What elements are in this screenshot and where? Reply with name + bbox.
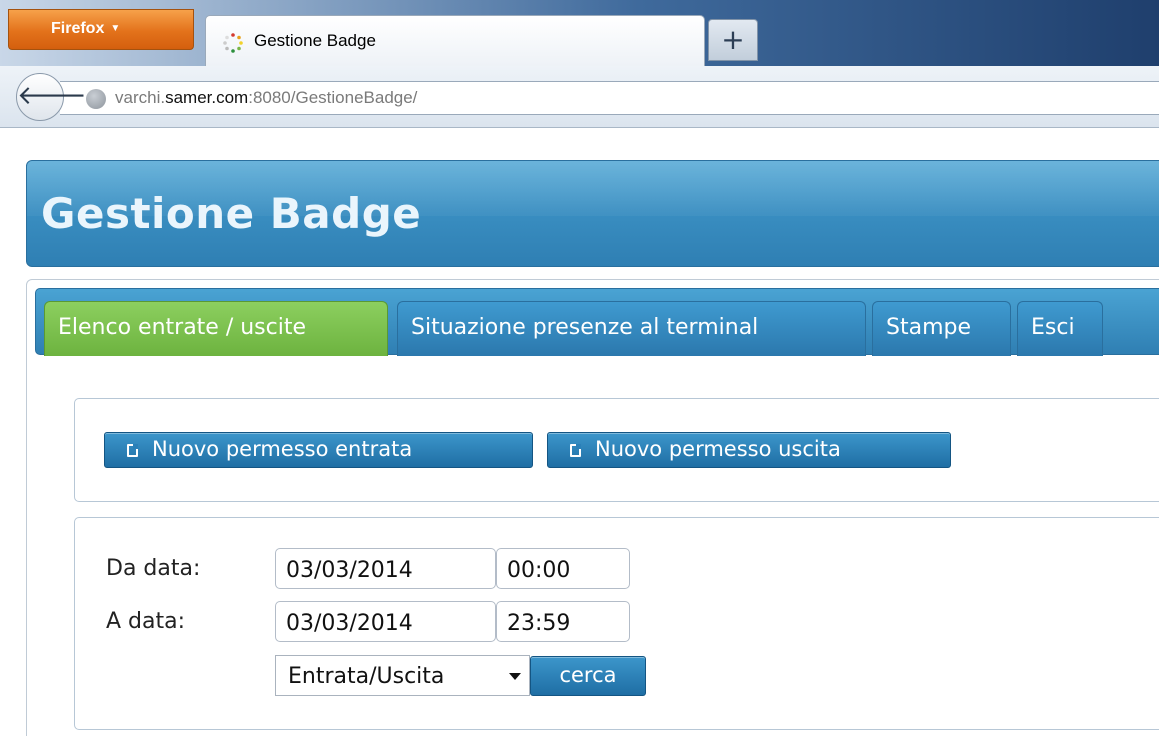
app-header: Gestione Badge <box>26 160 1159 267</box>
from-date-label: Da data: <box>106 556 201 581</box>
chevron-down-icon <box>509 673 521 680</box>
browser-titlebar: Firefox ▼ Gestione Badge + <box>0 0 1159 66</box>
search-button[interactable]: cerca <box>530 656 646 696</box>
tab-situazione-presenze[interactable]: Situazione presenze al terminal <box>397 301 866 356</box>
arrow-left-icon: 🡐 <box>17 81 87 111</box>
firefox-menu-button[interactable]: Firefox ▼ <box>8 9 194 50</box>
type-select[interactable]: Entrata/Uscita <box>275 655 530 696</box>
url-suffix: :8080/GestioneBadge/ <box>248 88 418 107</box>
type-select-value: Entrata/Uscita <box>288 664 445 689</box>
from-time-input[interactable]: 00:00 <box>496 548 630 589</box>
document-icon <box>127 444 138 457</box>
to-date-label: A data: <box>106 609 186 634</box>
dropdown-caret-icon: ▼ <box>110 23 121 34</box>
url-text: varchi.samer.com:8080/GestioneBadge/ <box>115 88 417 108</box>
document-icon <box>570 444 581 457</box>
tab-title: Gestione Badge <box>254 31 376 50</box>
browser-tab[interactable]: Gestione Badge <box>205 15 705 66</box>
tab-bar: Elenco entrate / uscite Situazione prese… <box>35 288 1159 356</box>
to-time-input[interactable]: 23:59 <box>496 601 630 642</box>
new-entry-permit-label: Nuovo permesso entrata <box>152 437 413 461</box>
tab-elenco-entrate-uscite[interactable]: Elenco entrate / uscite <box>44 301 388 356</box>
tab-stampe[interactable]: Stampe <box>872 301 1011 356</box>
back-button[interactable]: 🡐 <box>16 73 87 121</box>
url-host: samer.com <box>165 88 249 107</box>
new-tab-button[interactable]: + <box>708 19 758 61</box>
firefox-menu-label: Firefox <box>51 20 105 37</box>
to-date-input[interactable]: 03/03/2014 <box>275 601 496 642</box>
new-exit-permit-button[interactable]: Nuovo permesso uscita <box>547 432 951 468</box>
page-title: Gestione Badge <box>41 189 422 238</box>
url-prefix: varchi. <box>115 88 166 107</box>
loading-spinner-icon <box>223 33 243 53</box>
new-entry-permit-button[interactable]: Nuovo permesso entrata <box>104 432 533 468</box>
address-bar[interactable]: varchi.samer.com:8080/GestioneBadge/ <box>60 81 1159 115</box>
globe-icon <box>86 89 106 109</box>
new-exit-permit-label: Nuovo permesso uscita <box>595 437 841 461</box>
from-date-input[interactable]: 03/03/2014 <box>275 548 496 589</box>
tab-esci[interactable]: Esci <box>1017 301 1103 356</box>
navigation-bar: varchi.samer.com:8080/GestioneBadge/ 🡐 <box>0 66 1159 128</box>
